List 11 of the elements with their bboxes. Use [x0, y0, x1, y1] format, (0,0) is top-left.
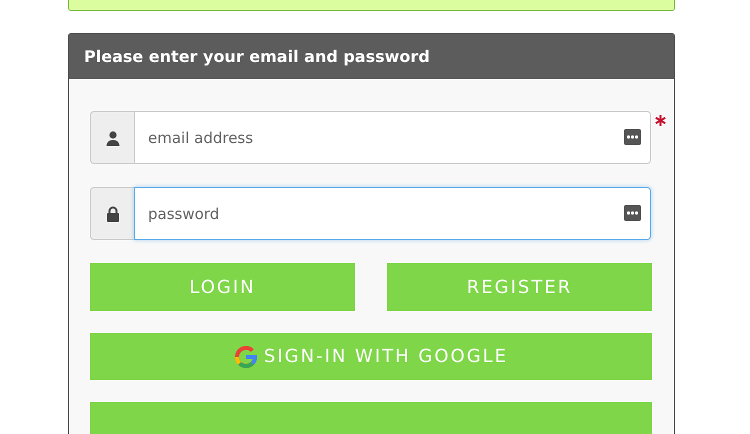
user-icon — [104, 130, 120, 146]
password-manager-icon[interactable] — [624, 129, 641, 145]
password-manager-icon[interactable] — [624, 205, 641, 221]
lock-icon — [106, 206, 120, 222]
google-icon — [234, 344, 258, 368]
action-button[interactable]: LOGIN — [90, 263, 355, 311]
input-field[interactable]: password — [134, 187, 651, 240]
action-button[interactable]: REGISTER — [387, 263, 652, 311]
panel-title: Please enter your email and password — [84, 47, 430, 66]
google-sign-in-button[interactable]: SIGN-IN WITH GOOGLE — [90, 333, 652, 380]
input-field[interactable]: email address — [134, 111, 651, 164]
